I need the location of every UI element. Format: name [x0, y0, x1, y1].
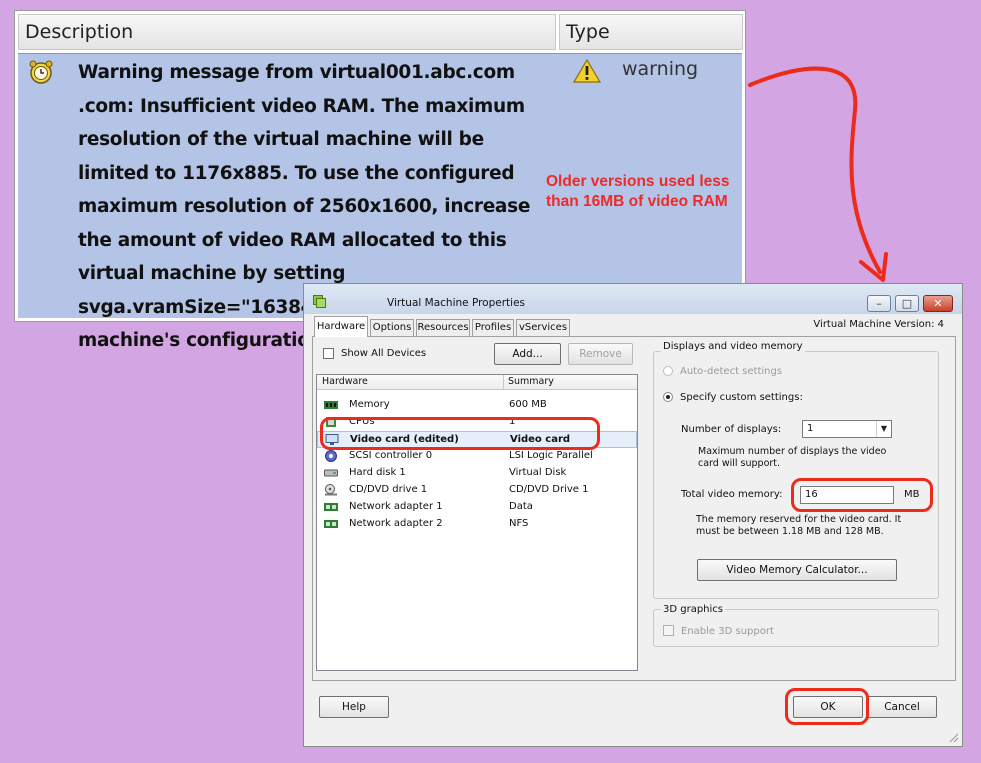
hardware-name: SCSI controller 0 — [349, 450, 433, 461]
column-header-description[interactable]: Description — [18, 14, 556, 50]
reserved-memory-note: The memory reserved for the video card. … — [696, 514, 902, 537]
cancel-button[interactable]: Cancel — [867, 696, 937, 718]
memory-icon — [324, 401, 338, 409]
hardware-name: Hard disk 1 — [349, 467, 406, 478]
monitor-icon — [325, 434, 339, 445]
add-button[interactable]: Add... — [494, 343, 561, 365]
hardware-list-header: Hardware Summary — [317, 375, 637, 390]
warning-triangle-icon — [573, 58, 601, 83]
hardware-row-video-card[interactable]: Video card (edited) Video card — [317, 431, 637, 448]
hardware-summary: Video card — [510, 434, 571, 445]
maximize-icon: □ — [901, 297, 913, 310]
hardware-name: Memory — [349, 399, 390, 410]
cd-dvd-icon — [325, 484, 337, 496]
hardware-summary: CD/DVD Drive 1 — [509, 484, 589, 495]
hardware-list: Hardware Summary Memory 600 MB CPUs 1 Vi… — [316, 374, 638, 671]
column-header-type[interactable]: Type — [559, 14, 743, 50]
help-button[interactable]: Help — [319, 696, 389, 718]
hardware-summary: 1 — [509, 416, 516, 427]
tab-options[interactable]: Options — [370, 319, 414, 337]
hardware-name: CPUs — [349, 416, 375, 427]
vm-properties-dialog: Virtual Machine Properties – □ ✕ Hardwar… — [303, 283, 963, 747]
num-displays-label: Number of displays: — [681, 424, 782, 435]
num-displays-select[interactable]: 1 ▼ — [802, 420, 892, 438]
close-button[interactable]: ✕ — [923, 295, 953, 312]
hardware-row-cpus[interactable]: CPUs 1 — [317, 414, 637, 431]
dialog-title: Virtual Machine Properties — [387, 297, 526, 309]
tab-hardware[interactable]: Hardware — [314, 316, 368, 337]
num-displays-value: 1 — [807, 423, 814, 434]
hardware-name: Video card (edited) — [350, 434, 459, 445]
enable-3d-checkbox[interactable] — [663, 625, 674, 636]
hardware-summary: Data — [509, 501, 533, 512]
hardware-summary: NFS — [509, 518, 529, 529]
maximize-button[interactable]: □ — [895, 295, 919, 312]
vm-app-icon — [313, 295, 326, 308]
displays-group-label: Displays and video memory — [661, 341, 805, 352]
custom-settings-label: Specify custom settings: — [680, 392, 803, 403]
hardware-name: Network adapter 2 — [349, 518, 443, 529]
dialog-titlebar[interactable]: Virtual Machine Properties – □ ✕ — [304, 284, 962, 314]
vm-version: Virtual Machine Version: 4 — [813, 319, 944, 330]
close-icon: ✕ — [933, 297, 943, 310]
total-video-memory-label: Total video memory: — [681, 489, 783, 500]
network-adapter-icon — [324, 503, 338, 511]
total-video-memory-input[interactable]: 16 — [800, 486, 894, 504]
scsi-controller-icon — [325, 450, 337, 462]
cpu-icon — [326, 417, 336, 427]
custom-settings-radio[interactable] — [663, 392, 673, 402]
hardware-name: Network adapter 1 — [349, 501, 443, 512]
show-all-devices-checkbox[interactable] — [323, 348, 334, 359]
hardware-row-memory[interactable]: Memory 600 MB — [317, 397, 637, 414]
annotation-arrow — [748, 66, 888, 282]
hardware-row-cd-dvd[interactable]: CD/DVD drive 1 CD/DVD Drive 1 — [317, 482, 637, 499]
enable-3d-label: Enable 3D support — [681, 626, 774, 637]
hardware-row-hard-disk[interactable]: Hard disk 1 Virtual Disk — [317, 465, 637, 482]
chevron-down-icon: ▼ — [876, 421, 891, 437]
hardware-row-network-adapter-2[interactable]: Network adapter 2 NFS — [317, 516, 637, 533]
auto-detect-label: Auto-detect settings — [680, 366, 783, 377]
show-all-devices-label: Show All Devices — [341, 348, 427, 359]
resize-grip-icon[interactable] — [947, 731, 959, 743]
alert-panel: Description Type Warning message from vi… — [14, 10, 746, 351]
3d-graphics-label: 3D graphics — [661, 604, 725, 615]
hardware-summary: LSI Logic Parallel — [509, 450, 593, 461]
video-memory-calculator-button[interactable]: Video Memory Calculator... — [697, 559, 897, 581]
remove-button[interactable]: Remove — [568, 343, 633, 365]
hardware-row-scsi-controller[interactable]: SCSI controller 0 LSI Logic Parallel — [317, 448, 637, 465]
hardware-summary: 600 MB — [509, 399, 547, 410]
auto-detect-radio[interactable] — [663, 366, 673, 376]
video-memory-unit: MB — [904, 489, 920, 500]
network-adapter-icon — [324, 520, 338, 528]
annotation-note: Older versions used less than 16MB of vi… — [546, 173, 730, 210]
hardware-row-network-adapter-1[interactable]: Network adapter 1 Data — [317, 499, 637, 516]
column-header-summary[interactable]: Summary — [508, 376, 554, 387]
minimize-icon: – — [876, 297, 882, 310]
hardware-summary: Virtual Disk — [509, 467, 567, 478]
hardware-name: CD/DVD drive 1 — [349, 484, 428, 495]
tab-resources[interactable]: Resources — [416, 319, 470, 337]
tab-vservices[interactable]: vServices — [516, 319, 570, 337]
alarm-clock-icon — [29, 60, 53, 84]
column-header-hardware[interactable]: Hardware — [322, 376, 368, 387]
alert-type: warning — [622, 58, 699, 80]
hard-disk-icon — [324, 469, 338, 477]
alert-row[interactable]: Warning message from virtual001.abc.com … — [18, 53, 742, 351]
minimize-button[interactable]: – — [867, 295, 891, 312]
alert-table-header: Description Type — [18, 14, 743, 50]
ok-button[interactable]: OK — [793, 696, 863, 718]
max-displays-note: Maximum number of displays the video car… — [698, 446, 887, 469]
tab-profiles[interactable]: Profiles — [472, 319, 514, 337]
